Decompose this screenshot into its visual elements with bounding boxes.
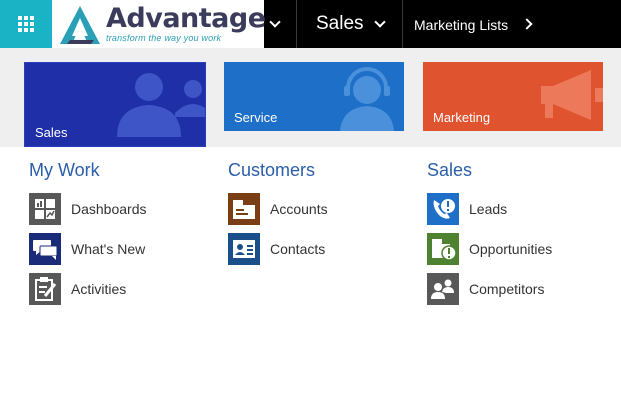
section-title: Customers — [228, 160, 316, 180]
nav-item-activities[interactable]: Activities — [29, 273, 219, 305]
nav-item-whats-new[interactable]: What's New — [29, 233, 219, 265]
company-logo[interactable]: Advantage transform the way you work — [52, 0, 266, 48]
section-sales: Sales Leads Opportunities Competitors — [427, 160, 617, 313]
logo-mark-icon — [60, 6, 100, 44]
headset-person-icon — [340, 67, 394, 131]
nav-item-competitors[interactable]: Competitors — [427, 273, 617, 305]
nav-item-label: Opportunities — [469, 241, 553, 257]
chevron-down-icon — [374, 16, 386, 28]
module-dropdown-button[interactable] — [370, 0, 390, 48]
whats-new-icon — [29, 233, 61, 265]
section-title: Sales — [427, 160, 473, 180]
dashboards-icon — [29, 193, 61, 225]
section-title: My Work — [29, 160, 100, 180]
nav-item-accounts[interactable]: Accounts — [228, 193, 418, 225]
tile-service[interactable]: Service — [224, 62, 404, 131]
module-name[interactable]: Sales — [316, 0, 364, 48]
section-my-work: My Work Dashboards What's New Activities — [29, 160, 219, 313]
area-tiles: Sales Service Marketing — [0, 48, 621, 147]
activities-icon — [29, 273, 61, 305]
nav-item-leads[interactable]: Leads — [427, 193, 617, 225]
nav-divider — [296, 0, 297, 48]
nav-item-label: Leads — [469, 201, 508, 217]
logo-wordmark: Advantage — [106, 3, 266, 34]
opportunities-icon — [427, 233, 459, 265]
nav-divider — [402, 0, 403, 48]
nav-item-label: Contacts — [270, 241, 326, 257]
top-nav-bar: Advantage transform the way you work Sal… — [0, 0, 621, 48]
tile-sales-label: Sales — [35, 125, 68, 140]
nav-item-label: Activities — [71, 281, 127, 297]
tile-service-label: Service — [234, 110, 278, 125]
megaphone-icon — [541, 70, 603, 120]
accounts-icon — [228, 193, 260, 225]
logo-dropdown-button[interactable] — [264, 0, 286, 48]
app-launcher-button[interactable] — [0, 0, 52, 48]
logo-tagline: transform the way you work — [106, 33, 222, 43]
nav-item-label: Competitors — [469, 281, 545, 297]
contacts-icon — [228, 233, 260, 265]
breadcrumb-marketing-lists[interactable]: Marketing Lists — [414, 0, 508, 48]
nav-item-contacts[interactable]: Contacts — [228, 233, 418, 265]
section-customers: Customers Accounts Contacts — [228, 160, 418, 273]
chevron-right-icon — [521, 18, 533, 30]
tile-marketing[interactable]: Marketing — [423, 62, 603, 131]
nav-item-label: What's New — [71, 241, 146, 257]
nav-item-label: Accounts — [270, 201, 328, 217]
nav-item-dashboards[interactable]: Dashboards — [29, 193, 219, 225]
tile-sales[interactable]: Sales — [24, 62, 206, 147]
nav-item-label: Dashboards — [71, 201, 147, 217]
people-icon — [117, 73, 205, 137]
leads-icon — [427, 193, 459, 225]
chevron-down-icon — [269, 16, 281, 28]
breadcrumb-next-button[interactable] — [520, 0, 534, 48]
waffle-icon — [18, 16, 34, 32]
tile-marketing-label: Marketing — [433, 110, 491, 125]
competitors-icon — [427, 273, 459, 305]
nav-item-opportunities[interactable]: Opportunities — [427, 233, 617, 265]
